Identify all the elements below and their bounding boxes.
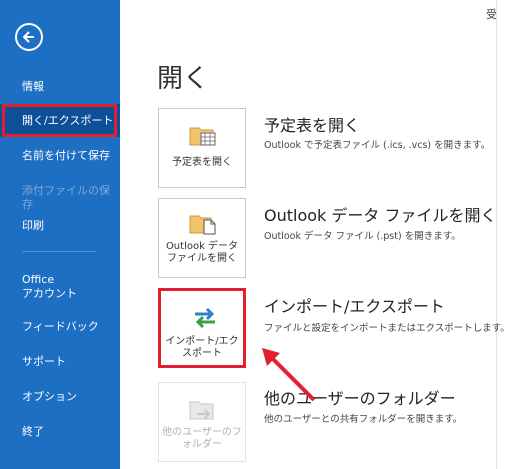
sidebar-item-info[interactable]: 情報 xyxy=(0,80,120,94)
sidebar-item-save-as[interactable]: 名前を付けて保存 xyxy=(0,149,120,163)
page-title: 開く xyxy=(157,64,210,94)
sidebar-item-options[interactable]: オプション xyxy=(0,390,120,404)
import-export-arrows-icon xyxy=(191,307,219,331)
sidebar-item-print[interactable]: 印刷 xyxy=(0,219,120,233)
open-calendar-desc: Outlook で予定表ファイル (.ics, .vcs) を開きます。 xyxy=(264,140,491,151)
sidebar-item-office-account[interactable]: Office アカウント xyxy=(0,273,120,301)
back-button[interactable] xyxy=(15,23,43,51)
tile-label: Outlook データ ファイルを開く xyxy=(165,241,239,264)
import-export-tile[interactable]: インポート/エクスポート xyxy=(158,288,246,368)
selected-item-highlight xyxy=(2,104,117,137)
tile-label: インポート/エクスポート xyxy=(165,336,239,359)
sidebar-item-support[interactable]: サポート xyxy=(0,355,120,369)
import-export-title: インポート/エクスポート xyxy=(264,297,445,316)
annotation-arrow-icon xyxy=(262,348,316,402)
sidebar-item-save-attachments: 添付ファイルの保存 xyxy=(22,184,110,211)
open-data-file-title: Outlook データ ファイルを開く xyxy=(264,206,497,225)
folder-calendar-icon xyxy=(189,123,217,147)
shared-folder-desc: 他のユーザーとの共有フォルダーを開きます。 xyxy=(264,414,463,425)
sidebar-divider xyxy=(22,251,96,252)
open-calendar-title: 予定表を開く xyxy=(264,116,361,135)
folder-file-icon xyxy=(189,211,217,235)
sidebar-item-exit[interactable]: 終了 xyxy=(0,425,120,439)
open-data-file-tile[interactable]: Outlook データ ファイルを開く xyxy=(158,198,246,278)
arrow-left-icon xyxy=(22,31,34,43)
open-data-file-desc: Outlook データ ファイル (.pst) を開きます。 xyxy=(264,231,461,242)
sidebar-item-feedback[interactable]: フィードバック xyxy=(0,320,120,334)
pane-divider xyxy=(496,0,497,469)
tile-label: 他のユーザーのフォルダー xyxy=(162,427,242,450)
tile-label: 予定表を開く xyxy=(172,157,232,168)
shared-folder-tile[interactable]: 他のユーザーのフォルダー xyxy=(158,382,246,462)
shared-folder-icon xyxy=(189,397,217,421)
backstage-sidebar: 情報 開く/エクスポート 名前を付けて保存 添付ファイルの保存 印刷 Offic… xyxy=(0,0,120,469)
open-calendar-tile[interactable]: 予定表を開く xyxy=(158,108,246,188)
import-export-desc: ファイルと設定をインポートまたはエクスポートします。 xyxy=(264,323,505,334)
